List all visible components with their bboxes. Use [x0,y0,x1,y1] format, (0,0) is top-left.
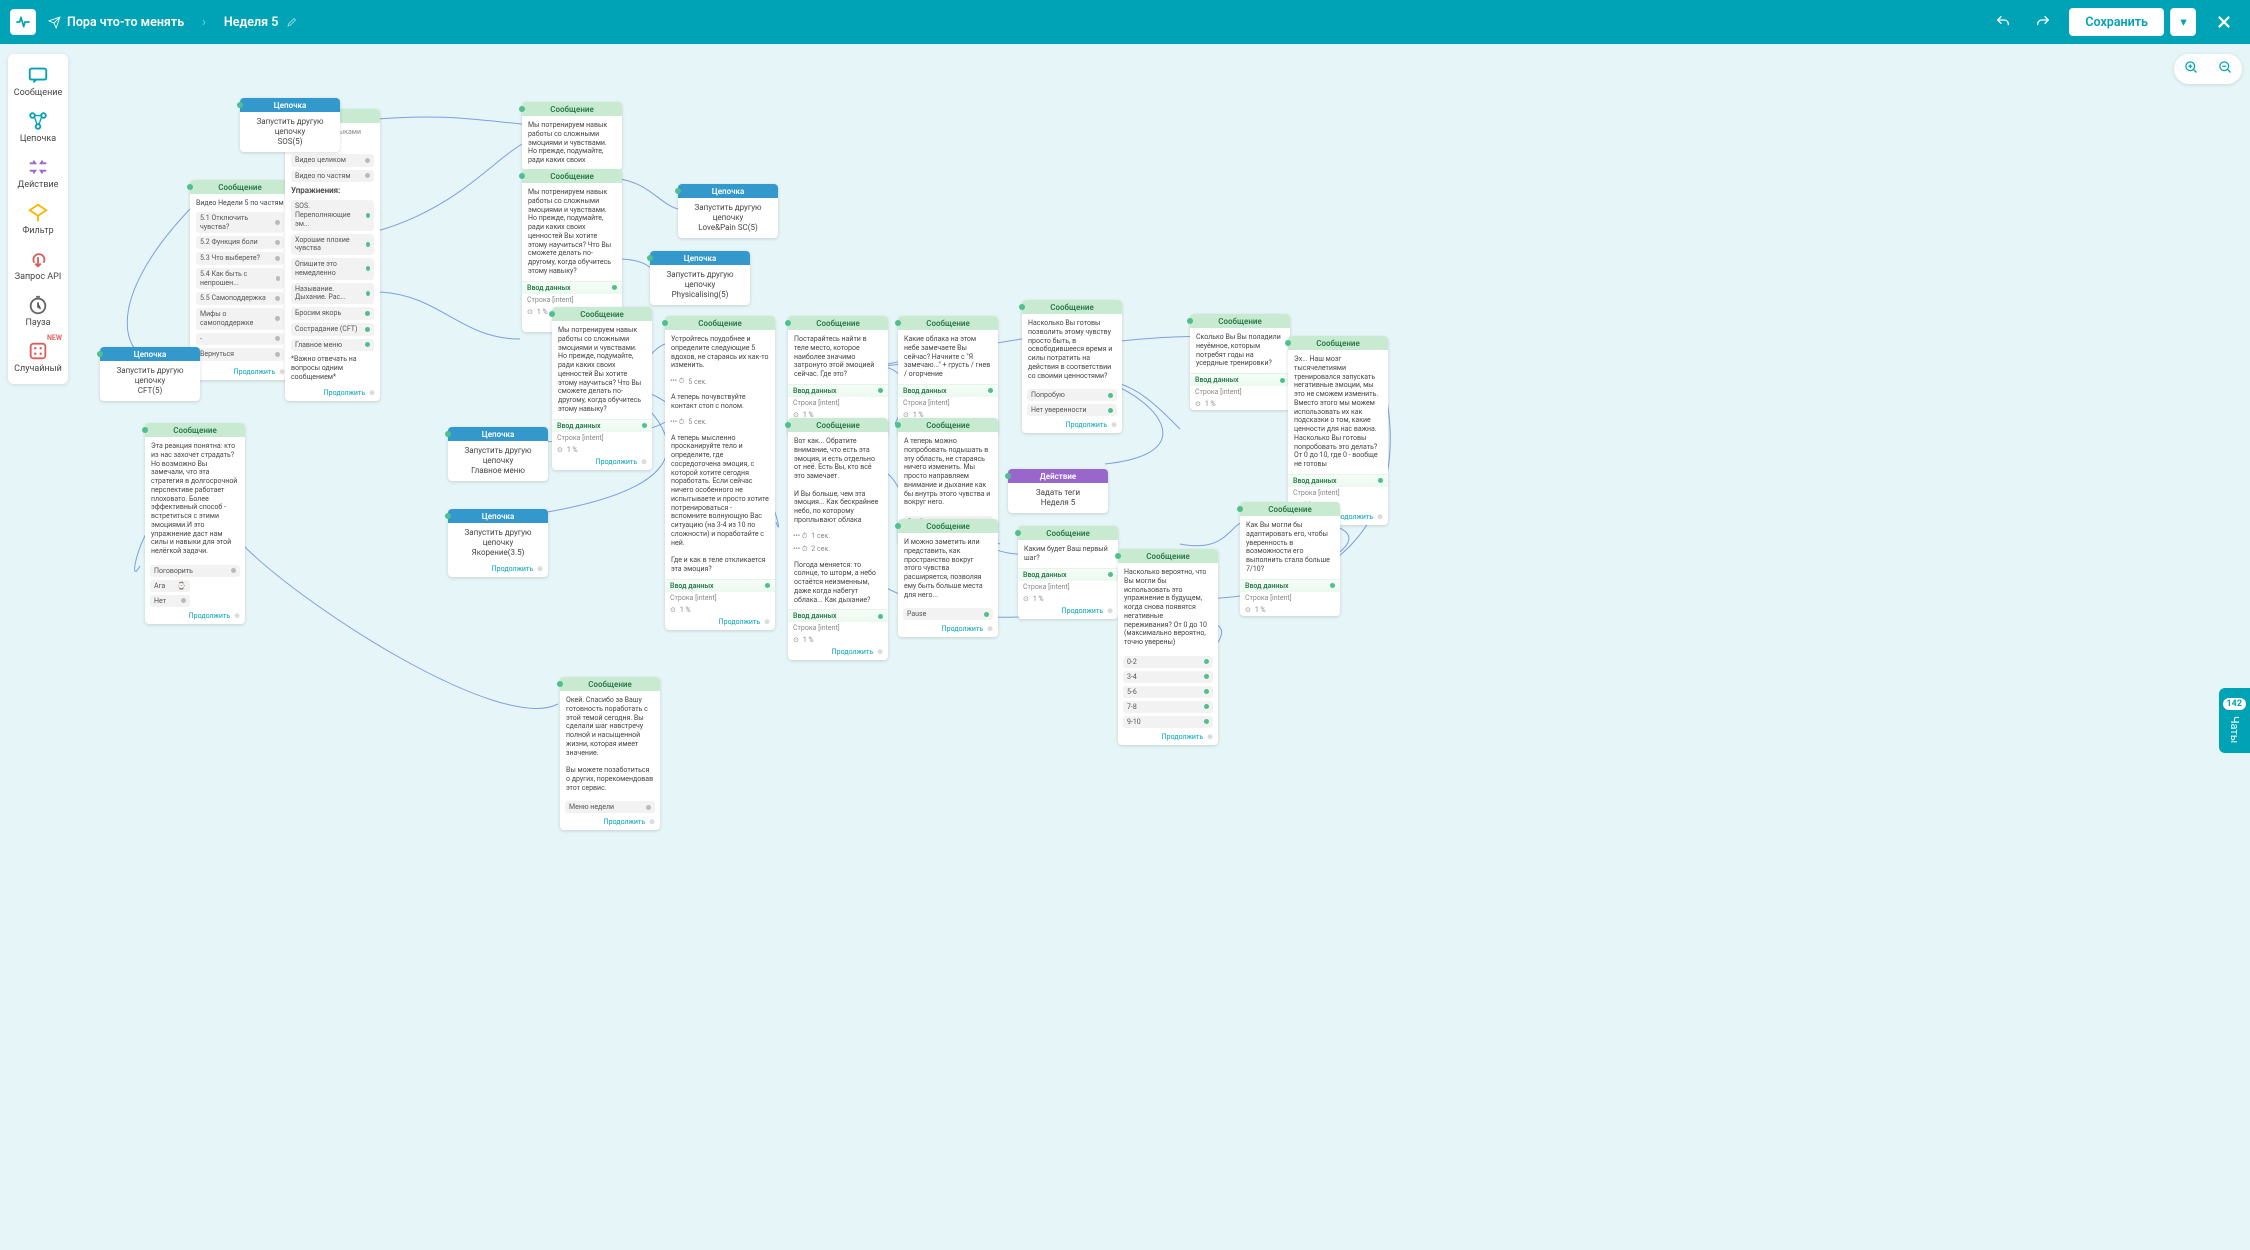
breadcrumb-sep: › [202,15,206,30]
option-video-whole[interactable]: Видео целиком [291,154,374,167]
node-msg-exercises[interactable]: ия олее ения с авыками Видео: Видео цели… [285,109,380,401]
pulse-icon [15,14,31,30]
save-dropdown[interactable]: ▾ [2170,8,2196,36]
edit-icon[interactable] [286,16,298,28]
node-msg-likely[interactable]: Сообщение Насколько вероятно, что Вы мог… [1118,549,1218,745]
palette-chain[interactable]: Цепочка [8,106,68,148]
node-palette: Сообщение Цепочка Действие Фильтр Запрос… [8,54,68,384]
node-msg-spend[interactable]: Сообщение Сколько Вы Вы поладили неуёмно… [1190,314,1290,410]
chats-count: 142 [2223,698,2247,710]
node-msg-ancient[interactable]: Сообщение Эх... Наш мозг тысячелетиями т… [1288,336,1388,525]
node-msg-attention[interactable]: Сообщение Вот как... Обратите внимание, … [788,418,888,660]
filter-icon [27,202,49,224]
app-logo[interactable] [10,9,36,35]
undo-button[interactable] [1989,8,2017,36]
save-button[interactable]: Сохранить [2069,8,2164,36]
node-header: Цепочка [240,98,340,112]
option-video-parts[interactable]: Видео по частям [291,170,374,183]
node-msg-space[interactable]: Сообщение И можно заметить или представи… [898,519,998,637]
node-msg-bodyplace[interactable]: Сообщение Постарайтесь найти в теле мест… [788,316,888,435]
course-breadcrumb[interactable]: Пора что-то менять [48,15,184,30]
message-icon [27,64,49,86]
topbar: Пора что-то менять › Неделя 5 Сохранить … [0,0,2250,44]
node-msg-thanks[interactable]: Сообщение Окей. Спасибо за Вашу готовнос… [560,677,660,830]
node-msg-willing[interactable]: Сообщение Насколько Вы готовы позволить … [1022,300,1122,433]
node-chain-lovepain[interactable]: Цепочка Запустить другую цепочку Love&Pa… [678,184,778,238]
chats-tab[interactable]: 142 Чаты [2219,688,2250,753]
node-msg-adapt[interactable]: Сообщение Как Вы могли бы адаптировать е… [1240,502,1340,616]
palette-filter[interactable]: Фильтр [8,198,68,240]
node-chain-mainmenu[interactable]: Цепочка Запустить другую цепочку Главное… [448,427,548,481]
zoom-out-button[interactable] [2208,54,2242,84]
palette-message[interactable]: Сообщение [8,60,68,102]
node-msg-train1[interactable]: Сообщение Мы потренируем навык работы со… [522,102,622,170]
redo-button[interactable] [2029,8,2057,36]
chain-icon [27,110,49,132]
flow-title[interactable]: Неделя 5 [224,15,298,30]
node-action-settags[interactable]: Действие Задать теги Неделя 5 [1008,469,1108,513]
node-msg-reaction[interactable]: Сообщение Эта реакция понятна: кто из на… [145,423,245,624]
api-icon [27,248,49,270]
action-icon [27,156,49,178]
node-msg-clouds[interactable]: Сообщение Какие облака на этом небе заме… [898,316,998,435]
palette-action[interactable]: Действие [8,152,68,194]
close-button[interactable] [2208,8,2240,36]
send-icon [48,16,61,29]
node-chain-physical[interactable]: Цепочка Запустить другую цепочку Physica… [650,251,750,305]
zoom-controls [2174,54,2242,84]
node-chain-anchoring[interactable]: Цепочка Запустить другую цепочку Якорени… [448,509,548,577]
palette-random[interactable]: Случайный [8,336,68,378]
dice-icon [27,340,49,362]
pause-icon [27,294,49,316]
node-msg-videoweek[interactable]: Сообщение Видео Недели 5 по частям 5.1 О… [190,180,290,380]
flow-canvas[interactable]: Цепочка Запустить другую цепочку SOS(5) … [0,44,2250,1250]
node-msg-train2b[interactable]: Сообщение Мы потренируем навык работы со… [552,307,652,470]
zoom-in-button[interactable] [2174,54,2208,84]
node-msg-firststep[interactable]: Сообщение Каким будет Ваш первый шаг? Вв… [1018,526,1118,619]
node-chain-cft[interactable]: Цепочка Запустить другую цепочку CFT(5) [100,347,200,401]
node-chain-sos[interactable]: Цепочка Запустить другую цепочку SOS(5) [240,98,340,152]
node-msg-5q[interactable]: Сообщение Устройтесь поудобнее и определ… [665,316,775,630]
palette-api[interactable]: Запрос API [8,244,68,286]
palette-pause[interactable]: Пауза [8,290,68,332]
